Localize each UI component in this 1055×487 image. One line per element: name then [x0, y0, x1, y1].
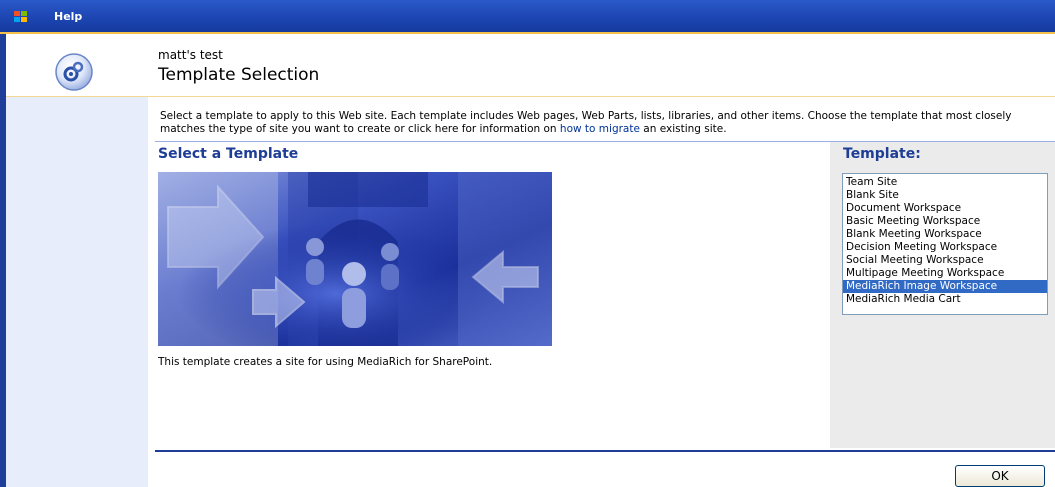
- template-list-heading: Template:: [843, 146, 921, 162]
- windows-logo-icon: [14, 11, 27, 22]
- template-preview-image: [158, 172, 552, 346]
- template-listbox[interactable]: Team Site Blank Site Document Workspace …: [842, 173, 1048, 315]
- template-description: This template creates a site for using M…: [158, 356, 493, 368]
- template-option[interactable]: Team Site: [843, 176, 1047, 189]
- select-template-heading: Select a Template: [158, 146, 299, 162]
- page-title: Template Selection: [158, 65, 320, 85]
- site-settings-icon: [55, 53, 93, 91]
- template-option[interactable]: Basic Meeting Workspace: [843, 215, 1047, 228]
- template-option[interactable]: Blank Meeting Workspace: [843, 228, 1047, 241]
- page-header: matt's test Template Selection: [6, 34, 1055, 97]
- page-description: Select a template to apply to this Web s…: [160, 110, 1045, 136]
- template-option[interactable]: Multipage Meeting Workspace: [843, 267, 1047, 280]
- template-option[interactable]: Document Workspace: [843, 202, 1047, 215]
- left-panel: [0, 34, 148, 487]
- site-name: matt's test: [158, 48, 223, 62]
- template-option-selected[interactable]: MediaRich Image Workspace: [843, 280, 1047, 293]
- ok-button[interactable]: OK: [955, 465, 1045, 487]
- description-text-end: an existing site.: [639, 123, 727, 135]
- help-link[interactable]: Help: [54, 10, 82, 23]
- left-edge-strip: [0, 34, 6, 487]
- template-option[interactable]: Social Meeting Workspace: [843, 254, 1047, 267]
- footer-divider: [155, 450, 1055, 452]
- template-option[interactable]: Blank Site: [843, 189, 1047, 202]
- template-option[interactable]: MediaRich Media Cart: [843, 293, 1047, 306]
- template-option[interactable]: Decision Meeting Workspace: [843, 241, 1047, 254]
- top-bar: Help: [0, 0, 1055, 34]
- how-to-migrate-link[interactable]: how to migrate: [560, 123, 640, 135]
